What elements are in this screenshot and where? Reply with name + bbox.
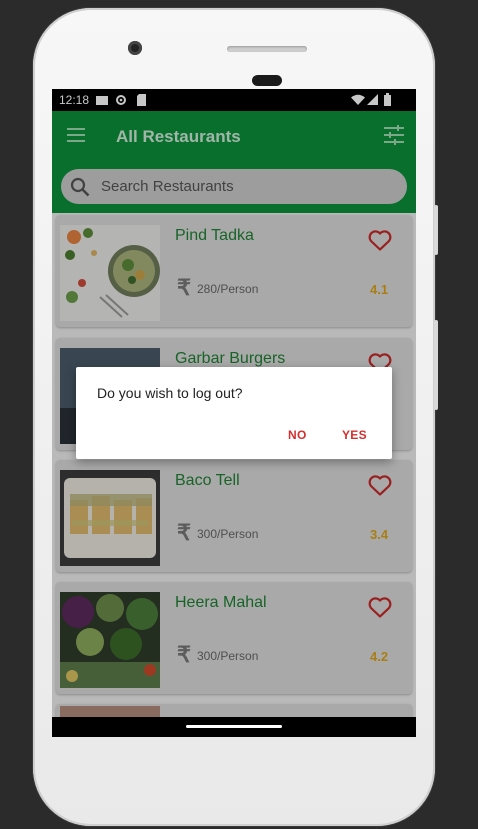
proximity-sensor xyxy=(252,75,282,86)
power-button[interactable] xyxy=(434,205,438,255)
dialog-message: Do you wish to log out? xyxy=(97,385,243,401)
home-indicator[interactable] xyxy=(186,725,282,728)
logout-dialog: Do you wish to log out? NO YES xyxy=(76,367,392,459)
no-button[interactable]: NO xyxy=(288,428,307,442)
earpiece-speaker xyxy=(227,46,307,52)
navigation-bar xyxy=(52,717,416,737)
front-camera xyxy=(128,41,142,55)
volume-button[interactable] xyxy=(434,320,438,410)
screen: 12:18 All Restaurants Search Restaurants xyxy=(52,89,416,737)
yes-button[interactable]: YES xyxy=(342,428,367,442)
